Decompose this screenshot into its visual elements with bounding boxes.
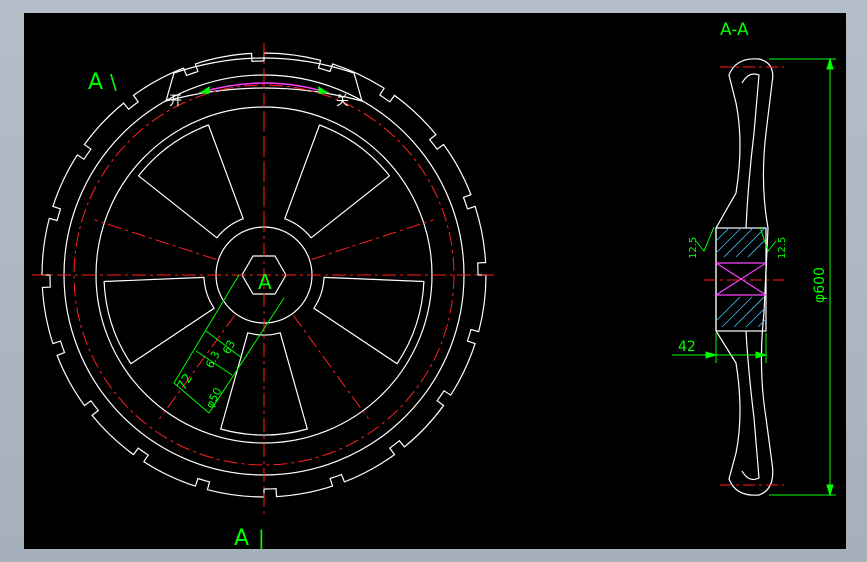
drawing-canvas[interactable]: 开 关 A \ A | A 72 63 6.3 φ50 A-A φ600 42 … [24, 13, 846, 551]
rough-left: 12.5 [688, 237, 699, 259]
view-label-top: A [88, 70, 103, 95]
view-label-bottom-mark: | [258, 526, 265, 549]
dim-42: 42 [678, 339, 696, 355]
cad-viewport-frame: 开 关 A \ A | A 72 63 6.3 φ50 A-A φ600 42 … [0, 0, 867, 562]
close-arrow-icon [318, 86, 329, 94]
section-hatching [715, 227, 767, 328]
open-arrow-icon [199, 86, 210, 94]
open-label: 开 [169, 94, 182, 109]
bore-cross [715, 262, 767, 296]
dim-diameter: φ600 [812, 267, 828, 303]
roughness-symbols [695, 226, 777, 253]
spoke-window [137, 124, 244, 239]
dim-72: 72 [175, 371, 196, 393]
view-label-top-mark: \ [110, 70, 117, 94]
spoke-window [313, 276, 425, 365]
section-title: A-A [720, 20, 749, 40]
rough-right: 12.5 [777, 237, 788, 259]
hub-letter: A [258, 270, 272, 294]
dim-50: φ50 [203, 386, 224, 411]
view-label-bottom: A [234, 526, 249, 549]
spoke-window [103, 276, 215, 365]
close-label: 关 [336, 94, 349, 109]
spoke-window [284, 124, 391, 239]
handwheel-drawing: 开 关 A \ A | A 72 63 6.3 φ50 A-A φ600 42 … [32, 20, 836, 551]
